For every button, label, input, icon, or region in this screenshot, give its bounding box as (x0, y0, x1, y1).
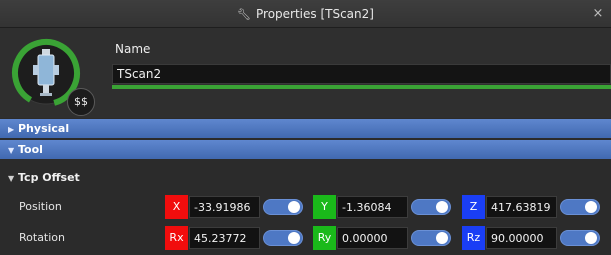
section-tcp-offset-label: Tcp Offset (18, 171, 80, 184)
position-row: Position X Y Z (0, 195, 611, 219)
section-tcp-offset[interactable]: ▼ Tcp Offset (0, 167, 611, 189)
name-underline (112, 85, 611, 89)
rz-axis-badge: Rz (462, 226, 485, 250)
rotation-y-input[interactable] (337, 227, 408, 249)
position-y-input[interactable] (337, 196, 408, 218)
x-axis-badge: X (165, 195, 188, 219)
title-bar: 🔧︎ Properties [TScan2] × (0, 0, 611, 28)
rotation-y-toggle[interactable] (411, 230, 451, 246)
rotation-x-toggle[interactable] (263, 230, 303, 246)
position-label: Position (19, 200, 62, 213)
chevron-right-icon: ▶ (8, 125, 15, 134)
rotation-row: Rotation Rx Ry Rz (0, 226, 611, 250)
z-axis-badge: Z (462, 195, 485, 219)
ry-axis-badge: Ry (313, 226, 336, 250)
toggle-knob (288, 201, 300, 213)
position-z-toggle[interactable] (560, 199, 600, 215)
name-label: Name (115, 42, 151, 56)
chevron-down-icon: ▼ (8, 174, 15, 183)
rotation-z-toggle[interactable] (560, 230, 600, 246)
close-icon[interactable]: × (591, 0, 605, 28)
position-z-input[interactable] (486, 196, 557, 218)
name-input[interactable] (112, 64, 611, 84)
position-y-toggle[interactable] (411, 199, 451, 215)
section-tool-label: Tool (18, 143, 43, 156)
toggle-knob (436, 201, 448, 213)
rotation-x-input[interactable] (189, 227, 260, 249)
position-x-toggle[interactable] (263, 199, 303, 215)
toggle-knob (288, 232, 300, 244)
position-x-input[interactable] (189, 196, 260, 218)
chevron-down-icon: ▼ (8, 146, 15, 155)
window-title-wrap: 🔧︎ Properties [TScan2] (0, 0, 611, 28)
section-physical[interactable]: ▶ Physical (0, 119, 611, 138)
rotation-z-input[interactable] (486, 227, 557, 249)
toggle-knob (585, 232, 597, 244)
wrench-icon: 🔧︎ (237, 8, 251, 21)
toggle-knob (585, 201, 597, 213)
section-tool[interactable]: ▼ Tool (0, 140, 611, 159)
toggle-knob (436, 232, 448, 244)
section-physical-label: Physical (18, 122, 70, 135)
properties-header: $$ Name (0, 28, 611, 118)
dollar-badge[interactable]: $$ (67, 88, 95, 116)
y-axis-badge: Y (313, 195, 336, 219)
rx-axis-badge: Rx (165, 226, 188, 250)
rotation-label: Rotation (19, 231, 66, 244)
window-title: Properties [TScan2] (256, 7, 374, 21)
